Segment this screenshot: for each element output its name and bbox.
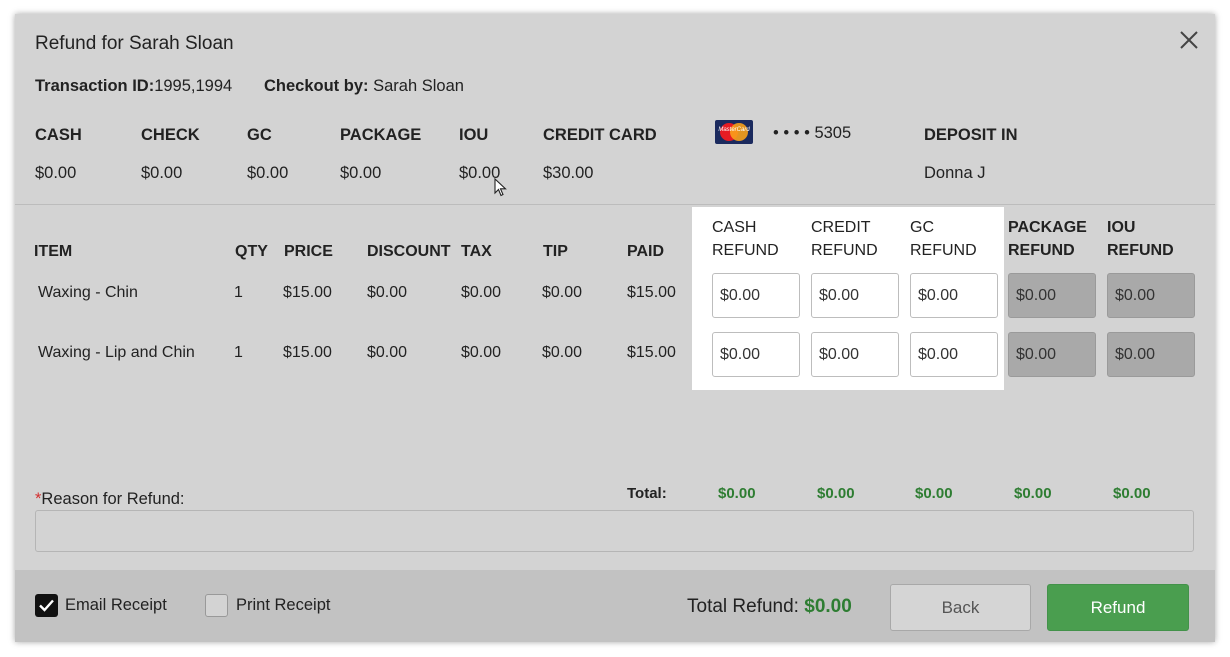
header-paid: PAID <box>627 243 665 260</box>
total-refund: Total Refund: $0.00 <box>687 596 852 618</box>
totals-label: Total: <box>627 485 667 502</box>
total-credit-refund: $0.00 <box>817 485 855 502</box>
total-refund-label: Total Refund: <box>687 596 799 617</box>
mouse-cursor-icon <box>494 178 507 197</box>
header-tax: TAX <box>461 243 492 260</box>
payment-package-label: PACKAGE <box>340 126 422 144</box>
header-item: ITEM <box>34 243 73 260</box>
card-number: • • • • 5305 <box>773 124 852 142</box>
row-1-iou-refund-input <box>1107 273 1195 318</box>
row-2-gc-refund-input[interactable] <box>910 332 998 377</box>
dialog-footer <box>15 570 1215 642</box>
row-2-discount: $0.00 <box>367 344 408 361</box>
payment-credit-card-value: $30.00 <box>543 164 594 182</box>
transaction-id: Transaction ID:1995,1994 <box>35 77 232 96</box>
row-2-package-refund-input <box>1008 332 1096 377</box>
row-2-tax: $0.00 <box>461 344 502 361</box>
payment-credit-card-label: CREDIT CARD <box>543 126 657 144</box>
total-refund-value: $0.00 <box>804 596 852 617</box>
reason-label: *Reason for Refund: <box>35 490 185 508</box>
row-1-credit-refund-input[interactable] <box>811 273 899 318</box>
total-cash-refund: $0.00 <box>718 485 756 502</box>
payment-package-value: $0.00 <box>340 164 382 182</box>
reason-input[interactable] <box>35 510 1194 552</box>
checkout-by-value: Sarah Sloan <box>373 77 464 95</box>
checkmark-icon <box>39 599 54 612</box>
payment-cash-label: CASH <box>35 126 82 144</box>
total-gc-refund: $0.00 <box>915 485 953 502</box>
header-gc-refund: GC REFUND <box>910 219 977 259</box>
row-1-package-refund-input <box>1008 273 1096 318</box>
print-receipt-label[interactable]: Print Receipt <box>236 596 330 615</box>
refund-button[interactable]: Refund <box>1047 584 1189 631</box>
header-qty: QTY <box>235 243 268 260</box>
deposit-in-label: DEPOSIT IN <box>924 126 1018 144</box>
row-2-iou-refund-input <box>1107 332 1195 377</box>
row-2-credit-refund-input[interactable] <box>811 332 899 377</box>
payment-gc-value: $0.00 <box>247 164 289 182</box>
total-package-refund: $0.00 <box>1014 485 1052 502</box>
row-1-price: $15.00 <box>283 284 332 301</box>
email-receipt-label[interactable]: Email Receipt <box>65 596 167 615</box>
payment-gc-label: GC <box>247 126 272 144</box>
header-price: PRICE <box>284 243 333 260</box>
row-1-qty: 1 <box>234 284 243 301</box>
payment-check-value: $0.00 <box>141 164 183 182</box>
checkout-by-label: Checkout by: <box>264 77 369 95</box>
row-1-tax: $0.00 <box>461 284 502 301</box>
header-package-refund: PACKAGE REFUND <box>1008 219 1087 259</box>
header-iou-refund: IOU REFUND <box>1107 219 1174 259</box>
checkout-by: Checkout by: Sarah Sloan <box>264 77 464 96</box>
row-2-cash-refund-input[interactable] <box>712 332 800 377</box>
email-receipt-checkbox[interactable] <box>35 594 58 617</box>
payment-check-label: CHECK <box>141 126 200 144</box>
dialog-title: Refund for Sarah Sloan <box>35 33 234 54</box>
card-brand-text: MasterCard <box>718 127 750 133</box>
row-2-qty: 1 <box>234 344 243 361</box>
payment-cash-value: $0.00 <box>35 164 77 182</box>
divider <box>15 204 1215 205</box>
print-receipt-checkbox[interactable] <box>205 594 228 617</box>
header-cash-refund: CASH REFUND <box>712 219 779 259</box>
row-1-cash-refund-input[interactable] <box>712 273 800 318</box>
close-icon[interactable] <box>1177 28 1201 52</box>
total-iou-refund: $0.00 <box>1113 485 1151 502</box>
row-1-tip: $0.00 <box>542 284 583 301</box>
row-1-discount: $0.00 <box>367 284 408 301</box>
row-2-item: Waxing - Lip and Chin <box>38 344 195 361</box>
row-2-tip: $0.00 <box>542 344 583 361</box>
row-1-gc-refund-input[interactable] <box>910 273 998 318</box>
transaction-id-value: 1995,1994 <box>154 77 233 95</box>
payment-iou-label: IOU <box>459 126 489 144</box>
header-tip: TIP <box>543 243 568 260</box>
deposit-in-value: Donna J <box>924 164 986 182</box>
row-1-paid: $15.00 <box>627 284 676 301</box>
header-credit-refund: CREDIT REFUND <box>811 219 878 259</box>
refund-dialog: Refund for Sarah Sloan Transaction ID:19… <box>15 14 1215 642</box>
row-1-item: Waxing - Chin <box>38 284 138 301</box>
back-button[interactable]: Back <box>890 584 1031 631</box>
row-2-paid: $15.00 <box>627 344 676 361</box>
row-2-price: $15.00 <box>283 344 332 361</box>
header-discount: DISCOUNT <box>367 243 451 260</box>
transaction-id-label: Transaction ID: <box>35 77 155 95</box>
mastercard-icon: MasterCard <box>715 120 753 144</box>
